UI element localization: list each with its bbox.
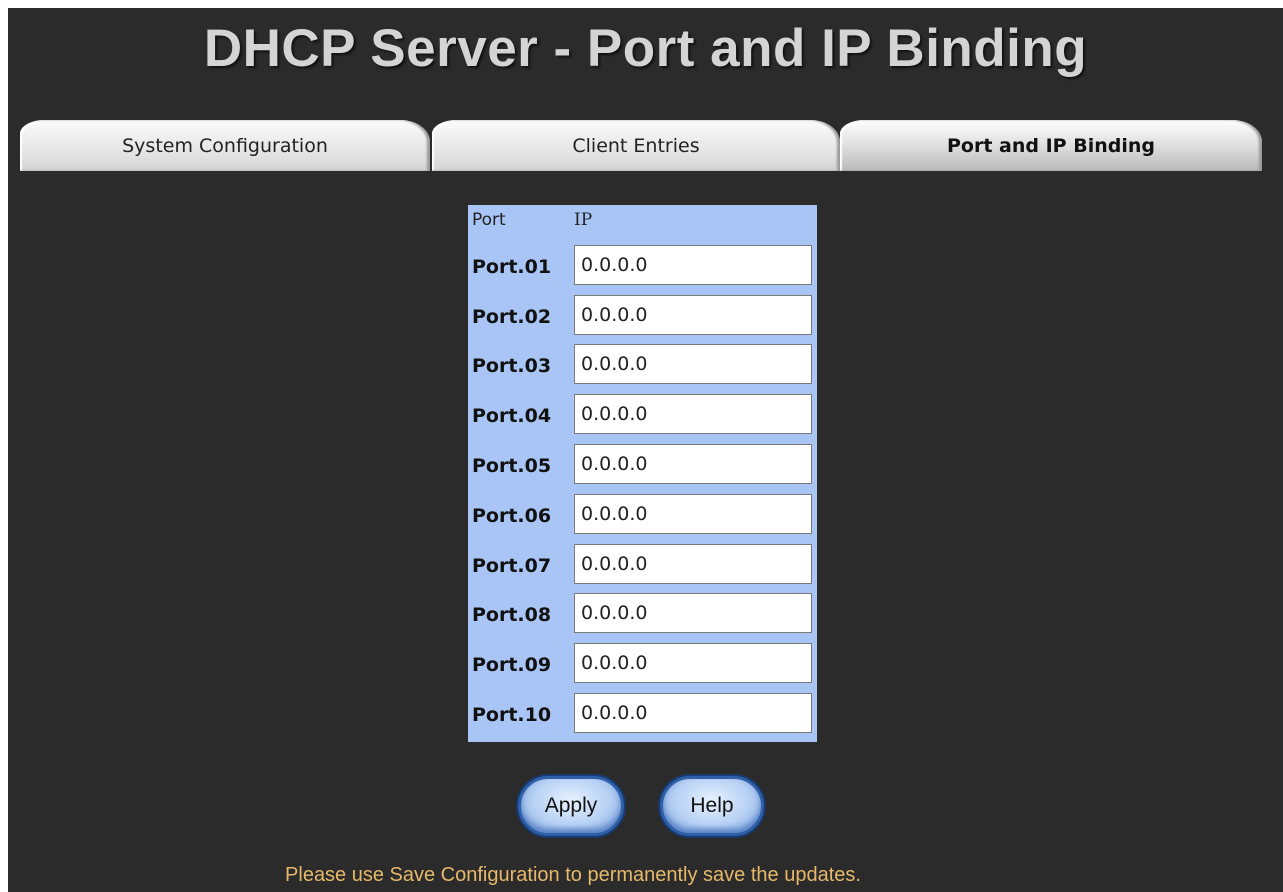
table-row: Port.06 — [470, 491, 815, 541]
ip-input-port-10[interactable] — [574, 693, 812, 734]
table-row: Port.02 — [470, 292, 815, 342]
column-header-port: Port — [472, 210, 506, 230]
table-row: Port.05 — [470, 441, 815, 491]
ip-input-port-07[interactable] — [574, 543, 812, 584]
port-ip-binding-table: Port IP Port.01 Port.02 Port.03 Port.04 … — [468, 205, 817, 742]
tab-port-and-ip-binding[interactable]: Port and IP Binding — [840, 120, 1262, 171]
port-label: Port.02 — [472, 305, 552, 328]
ip-input-port-05[interactable] — [574, 444, 812, 485]
port-label: Port.01 — [472, 255, 552, 278]
ip-input-port-06[interactable] — [574, 493, 812, 534]
port-label: Port.07 — [472, 554, 552, 577]
ip-input-port-02[interactable] — [574, 294, 812, 335]
port-label: Port.10 — [472, 704, 552, 727]
table-row: Port.04 — [470, 391, 815, 441]
page-title: DHCP Server - Port and IP Binding — [203, 19, 1088, 78]
column-header-ip: IP — [574, 210, 593, 230]
port-label: Port.03 — [472, 355, 552, 378]
ip-input-port-09[interactable] — [574, 643, 812, 684]
ip-input-port-03[interactable] — [574, 344, 812, 385]
table-row: Port.03 — [470, 342, 815, 392]
port-label: Port.06 — [472, 504, 552, 527]
port-label: Port.09 — [472, 654, 552, 677]
table-row: Port.09 — [470, 640, 815, 690]
port-label: Port.04 — [472, 405, 552, 428]
ip-input-port-08[interactable] — [574, 593, 812, 634]
ip-input-port-04[interactable] — [574, 394, 812, 435]
port-label: Port.08 — [472, 604, 552, 627]
apply-button[interactable]: Apply — [518, 776, 624, 836]
table-row: Port.07 — [470, 541, 815, 591]
ip-input-port-01[interactable] — [574, 244, 812, 285]
save-configuration-note: Please use Save Configuration to permane… — [285, 864, 861, 886]
table-row: Port.08 — [470, 591, 815, 641]
help-button[interactable]: Help — [660, 776, 764, 836]
tab-system-configuration[interactable]: System Configuration — [20, 120, 430, 171]
table-header-row: Port IP — [470, 206, 815, 242]
table-row: Port.01 — [470, 242, 815, 292]
tab-client-entries[interactable]: Client Entries — [432, 120, 840, 171]
table-row: Port.10 — [470, 690, 815, 740]
port-label: Port.05 — [472, 455, 552, 478]
page-frame: DHCP Server - Port and IP Binding System… — [8, 8, 1283, 892]
